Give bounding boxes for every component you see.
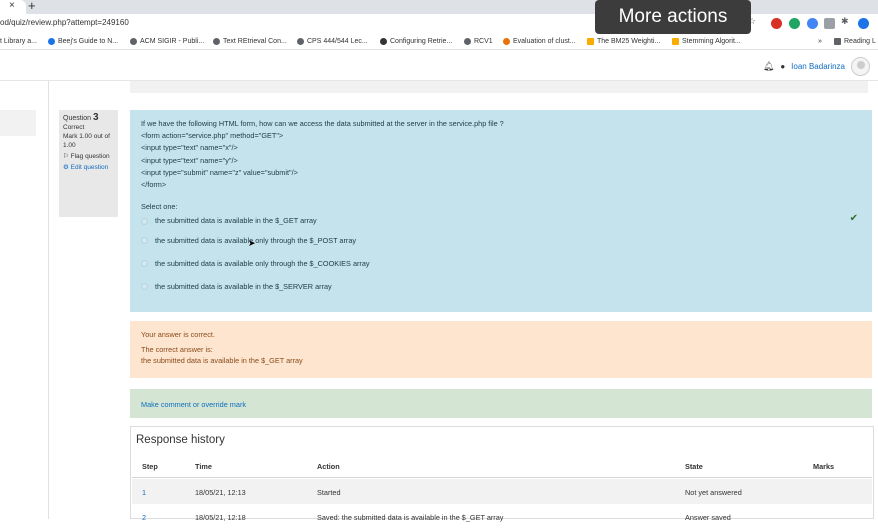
previous-question-bottom bbox=[130, 81, 868, 93]
history-title: Response history bbox=[136, 434, 225, 446]
answer-option[interactable]: the submitted data is available in the $… bbox=[141, 213, 861, 229]
question-status: Correct bbox=[63, 124, 85, 131]
question-text-line: </form> bbox=[141, 180, 167, 190]
bookmark-item[interactable]: t Library a... bbox=[0, 38, 37, 45]
header-action: Action bbox=[317, 462, 340, 471]
drawer-divider bbox=[48, 81, 49, 519]
bookmark-item[interactable]: ACM SIGIR - Publi... bbox=[130, 38, 204, 45]
flag-icon: ⚐ bbox=[63, 153, 71, 160]
bookmark-item[interactable]: Beej's Guide to N... bbox=[48, 38, 118, 45]
question-mark: Mark 1.00 out of 1.00 bbox=[63, 133, 110, 149]
select-one-label: Select one: bbox=[141, 202, 178, 212]
bookmark-item[interactable]: Stemming Algorit... bbox=[672, 38, 741, 45]
history-header-row: Step Time Action State Marks bbox=[132, 453, 872, 478]
avatar[interactable] bbox=[851, 57, 870, 76]
question-number: Question 3 bbox=[63, 112, 99, 123]
bookmark-icon bbox=[587, 38, 594, 45]
drawer-item[interactable] bbox=[0, 110, 36, 136]
bookmarks-overflow-button[interactable]: » bbox=[818, 38, 822, 45]
question-text-line: <input type="submit" name="z" value="sub… bbox=[141, 167, 298, 177]
state-cell: Answer saved bbox=[685, 513, 731, 522]
extension-grey-icon[interactable] bbox=[824, 18, 835, 29]
header-marks: Marks bbox=[813, 462, 835, 471]
bookmark-item[interactable]: Text REtrieval Con... bbox=[213, 38, 287, 45]
answer-option[interactable]: the submitted data is available in the $… bbox=[141, 275, 861, 298]
site-navbar: 🔔︎ ● Ioan Badarinza bbox=[0, 51, 878, 81]
table-row: 2 18/05/21, 12:18 Saved: the submitted d… bbox=[132, 504, 872, 529]
messages-icon[interactable]: ● bbox=[780, 62, 785, 71]
browser-tab[interactable]: × bbox=[0, 0, 26, 14]
answer-option[interactable]: the submitted data is available only thr… bbox=[141, 252, 861, 275]
step-link[interactable]: 1 bbox=[142, 488, 146, 497]
header-step: Step bbox=[142, 462, 158, 471]
state-cell: Not yet answered bbox=[685, 488, 742, 497]
user-name[interactable]: Ioan Badarinza bbox=[791, 62, 845, 71]
globe-icon bbox=[213, 38, 220, 45]
radio-button[interactable] bbox=[141, 283, 148, 291]
feedback-correct: Your answer is correct. bbox=[141, 330, 215, 339]
feedback-correct-answer: the submitted data is available in the $… bbox=[141, 356, 303, 365]
bookmark-item[interactable]: The BM25 Weighti... bbox=[587, 38, 660, 45]
url-text: od/quiz/review.php?attempt=249160 bbox=[0, 18, 129, 27]
extension-grammarly-icon[interactable] bbox=[789, 18, 800, 29]
question-text-line: If we have the following HTML form, how … bbox=[141, 119, 504, 128]
table-row: 1 18/05/21, 12:13 Started Not yet answer… bbox=[132, 479, 872, 504]
tab-close-icon[interactable]: × bbox=[9, 0, 15, 11]
bookmark-item[interactable]: RCV1 bbox=[464, 38, 493, 45]
action-cell: Saved: the submitted data is available i… bbox=[317, 513, 504, 522]
more-actions-tooltip: More actions bbox=[595, 0, 751, 34]
header-state: State bbox=[685, 462, 703, 471]
question-info: Question 3 Correct Mark 1.00 out of 1.00… bbox=[59, 110, 118, 217]
radio-button[interactable] bbox=[141, 260, 148, 268]
bookmark-icon bbox=[503, 38, 510, 45]
bookmark-icon bbox=[380, 38, 387, 45]
extension-blue-icon[interactable] bbox=[807, 18, 818, 29]
radio-button[interactable] bbox=[141, 237, 148, 245]
bookmark-icon bbox=[672, 38, 679, 45]
mouse-cursor-icon: ➤ bbox=[248, 238, 256, 248]
address-bar[interactable]: od/quiz/review.php?attempt=249160 bbox=[0, 18, 129, 27]
correct-check-icon: ✔ bbox=[849, 213, 858, 224]
bookmark-item[interactable]: CPS 444/544 Lec... bbox=[297, 38, 368, 45]
flag-question-link[interactable]: ⚐ Flag question bbox=[63, 152, 114, 161]
profile-icon[interactable] bbox=[858, 18, 869, 29]
user-menu[interactable]: 🔔︎ ● Ioan Badarinza bbox=[763, 57, 870, 76]
feedback-correct-label: The correct answer is: bbox=[141, 345, 213, 354]
step-link[interactable]: 2 bbox=[142, 513, 146, 522]
bookmarks-bar: t Library a... Beej's Guide to N... ACM … bbox=[0, 36, 878, 50]
radio-button[interactable] bbox=[141, 217, 148, 225]
bookmark-item[interactable]: Evaluation of clust... bbox=[503, 38, 576, 45]
comment-link[interactable]: Make comment or override mark bbox=[141, 400, 246, 409]
response-history: Response history Step Time Action State … bbox=[130, 426, 874, 522]
action-cell: Started bbox=[317, 488, 341, 497]
globe-icon bbox=[464, 38, 471, 45]
time-cell: 18/05/21, 12:13 bbox=[195, 488, 246, 497]
extension-abp-icon[interactable] bbox=[771, 18, 782, 29]
bell-icon[interactable]: 🔔︎ bbox=[763, 61, 774, 72]
question-text-line: <input type="text" name="x"/> bbox=[141, 143, 238, 153]
reading-list-button[interactable]: Reading L bbox=[834, 38, 876, 45]
bookmark-item[interactable]: Configuring Retrie... bbox=[380, 38, 452, 45]
time-cell: 18/05/21, 12:18 bbox=[195, 513, 246, 522]
bookmark-icon bbox=[130, 38, 137, 45]
puzzle-icon[interactable]: ✱ bbox=[841, 16, 852, 27]
reading-list-icon bbox=[834, 38, 841, 45]
gear-icon: ⚙ bbox=[63, 164, 71, 171]
question-formulation: If we have the following HTML form, how … bbox=[130, 110, 872, 312]
new-tab-button[interactable]: + bbox=[28, 0, 36, 13]
answer-feedback: Your answer is correct. The correct answ… bbox=[130, 321, 872, 378]
edit-question-link[interactable]: ⚙ Edit question bbox=[63, 163, 114, 172]
bookmark-icon bbox=[48, 38, 55, 45]
header-time: Time bbox=[195, 462, 212, 471]
globe-icon bbox=[297, 38, 304, 45]
question-text-line: <input type="text" name="y"/> bbox=[141, 155, 238, 165]
comment-panel: Make comment or override mark bbox=[130, 389, 872, 418]
question-text-line: <form action="service.php" method="GET"> bbox=[141, 131, 284, 141]
